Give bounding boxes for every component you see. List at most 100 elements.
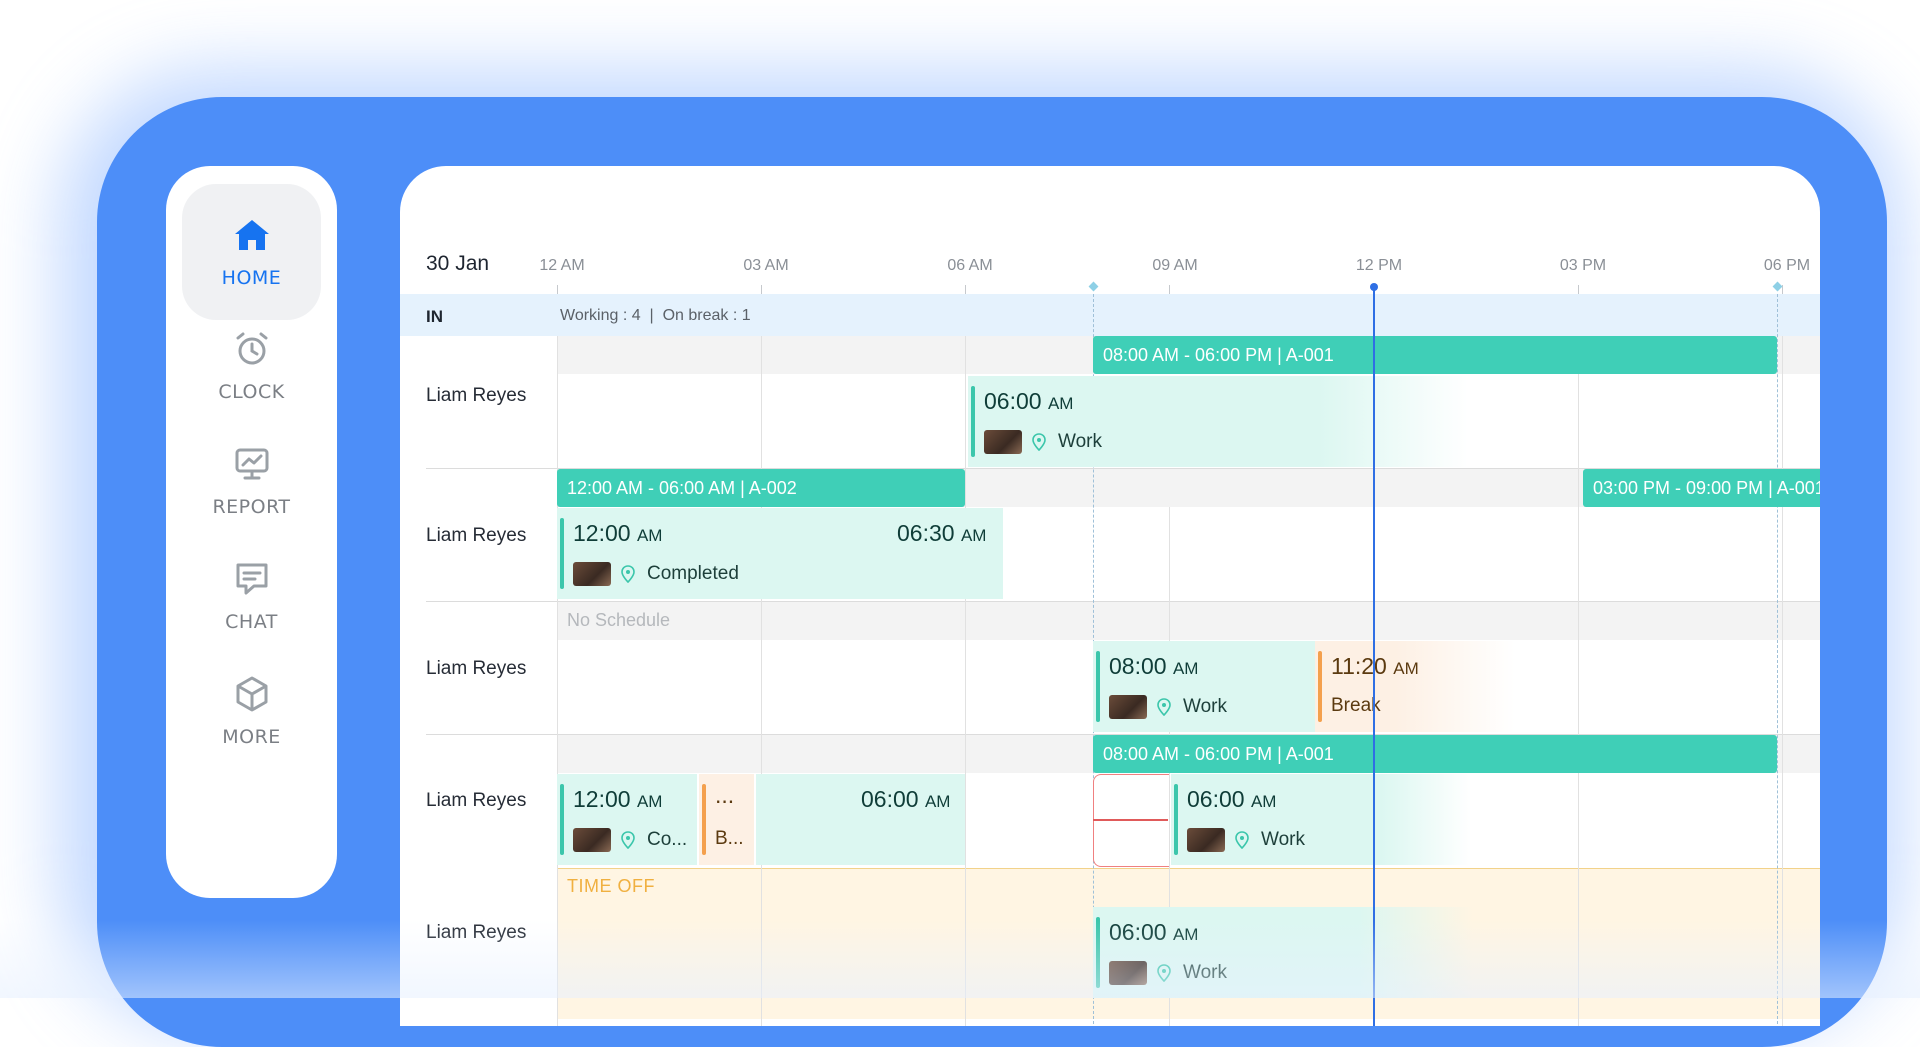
cube-icon (236, 676, 267, 712)
card-meta: Co... (573, 828, 687, 852)
sidebar: HOME CLOCK REPORT CHAT MORE (166, 166, 337, 898)
employee-name: Liam Reyes (426, 658, 527, 679)
nav-home-label: HOME (221, 267, 282, 289)
shift-start-time: 12:00 AM (573, 520, 662, 547)
tick-label: 09 AM (1152, 257, 1198, 274)
nav-chat-label: CHAT (225, 611, 278, 633)
employee-name: Liam Reyes (426, 525, 527, 546)
time-value: 12:00 (573, 786, 631, 812)
card-meta: Work (1187, 828, 1305, 852)
schedule-bar[interactable]: 03:00 PM - 09:00 PM | A-001 (1583, 469, 1820, 507)
time-ampm: AM (960, 526, 987, 545)
card-accent (1318, 651, 1322, 722)
time-ampm: AM (1250, 792, 1277, 811)
tick-mark (557, 285, 558, 294)
schedule-bar[interactable]: 12:00 AM - 06:00 AM | A-002 (557, 469, 965, 507)
card-status: Work (1183, 696, 1227, 717)
shift-start-time: 06:00 AM (984, 388, 1073, 415)
card-accent (1096, 917, 1100, 988)
time-value: 12:00 (573, 520, 631, 546)
time-value: 06:00 (1187, 786, 1245, 812)
card-status: Work (1261, 829, 1305, 850)
tick-mark (761, 285, 762, 294)
time-off-label: TIME OFF (567, 876, 655, 896)
status-stats: Working : 4 | On break : 1 (560, 307, 751, 324)
card-meta: Work (1109, 961, 1227, 985)
card-status: B... (715, 828, 744, 849)
tick-label: 12 PM (1355, 257, 1403, 274)
nav-more[interactable]: MORE (182, 643, 321, 779)
grid-line (557, 336, 558, 1026)
shift-start-time: 06:00 AM (1187, 786, 1276, 813)
card-meta: Work (984, 430, 1102, 454)
time-ampm: AM (1172, 659, 1199, 678)
time-ampm: AM (1393, 659, 1419, 678)
tick-label: 06 AM (947, 257, 993, 274)
shift-card[interactable]: 12:00 AM Co... (557, 774, 697, 865)
status-summary: IN Working : 4 | On break : 1 (400, 294, 1820, 336)
schedule-start-diamond (1088, 281, 1099, 292)
break-card[interactable]: ... B... (699, 774, 754, 865)
shift-card[interactable]: 06:00 AM Work (1171, 774, 1471, 865)
tick-label: 03 PM (1559, 257, 1607, 274)
tick-mark (1578, 285, 1579, 294)
schedule-panel: 30 Jan 12 AM 03 AM 06 AM 09 AM 12 PM 03 … (400, 166, 1820, 1026)
shift-end-time: 06:30 AM (897, 520, 986, 547)
time-ampm: AM (924, 792, 951, 811)
card-status: Completed (647, 563, 739, 584)
report-icon (235, 448, 268, 480)
card-accent (1096, 651, 1100, 722)
grid-line (965, 336, 966, 1026)
time-value: 06:00 (984, 388, 1042, 414)
shift-card[interactable]: 08:00 AM Work (1093, 641, 1315, 732)
status-label: IN (426, 307, 443, 326)
grid-line (1782, 336, 1783, 1026)
schedule-end-marker (1777, 294, 1778, 1026)
location-pin-icon (1157, 698, 1171, 716)
time-ampm: AM (636, 526, 663, 545)
break-card[interactable]: 11:20 AM Break (1315, 641, 1515, 732)
employee-name: Liam Reyes (426, 922, 527, 943)
nav-clock-label: CLOCK (218, 381, 285, 403)
alarm-clock-icon (236, 332, 267, 365)
missed-clock-line (1093, 819, 1168, 821)
shift-end-time: 06:00 AM (861, 786, 950, 813)
time-ampm: AM (1047, 394, 1074, 413)
schedule-end-diamond (1772, 281, 1783, 292)
shift-card[interactable]: 12:00 AM 06:30 AM Completed (557, 508, 1003, 599)
location-pin-icon (1235, 831, 1249, 849)
avatar (573, 828, 611, 852)
card-accent (1174, 784, 1178, 855)
location-pin-icon (621, 565, 635, 583)
no-schedule-label: No Schedule (567, 610, 671, 630)
shift-card[interactable]: 06:00 AM (756, 774, 965, 865)
chat-icon (236, 563, 267, 595)
avatar (984, 430, 1022, 454)
tick-label: 03 AM (743, 257, 789, 274)
time-value: 06:00 (861, 786, 919, 812)
home-icon (234, 220, 269, 250)
card-status: Work (1183, 962, 1227, 983)
time-value: ... (715, 782, 735, 808)
tick-mark (965, 285, 966, 294)
break-start-time: ... (715, 782, 734, 809)
time-ampm: AM (1172, 925, 1199, 944)
avatar (1187, 828, 1225, 852)
tick-mark (1169, 285, 1170, 294)
card-accent (560, 784, 564, 855)
card-accent (560, 518, 564, 589)
shift-card[interactable]: 06:00 AM Work (968, 376, 1468, 467)
schedule-bar[interactable]: 08:00 AM - 06:00 PM | A-001 (1093, 336, 1777, 374)
shift-card[interactable]: 06:00 AM Work (1093, 907, 1473, 998)
avatar (1109, 961, 1147, 985)
missed-clock-indicator (1093, 774, 1169, 867)
avatar (1109, 695, 1147, 719)
grid-line (761, 336, 762, 1026)
timeline-date: 30 Jan (426, 252, 490, 275)
tick-label: 12 AM (539, 257, 585, 274)
time-value: 08:00 (1109, 653, 1167, 679)
time-ampm: AM (636, 792, 663, 811)
schedule-bar[interactable]: 08:00 AM - 06:00 PM | A-001 (1093, 735, 1777, 773)
avatar (573, 562, 611, 586)
nav-report-label: REPORT (212, 496, 291, 518)
